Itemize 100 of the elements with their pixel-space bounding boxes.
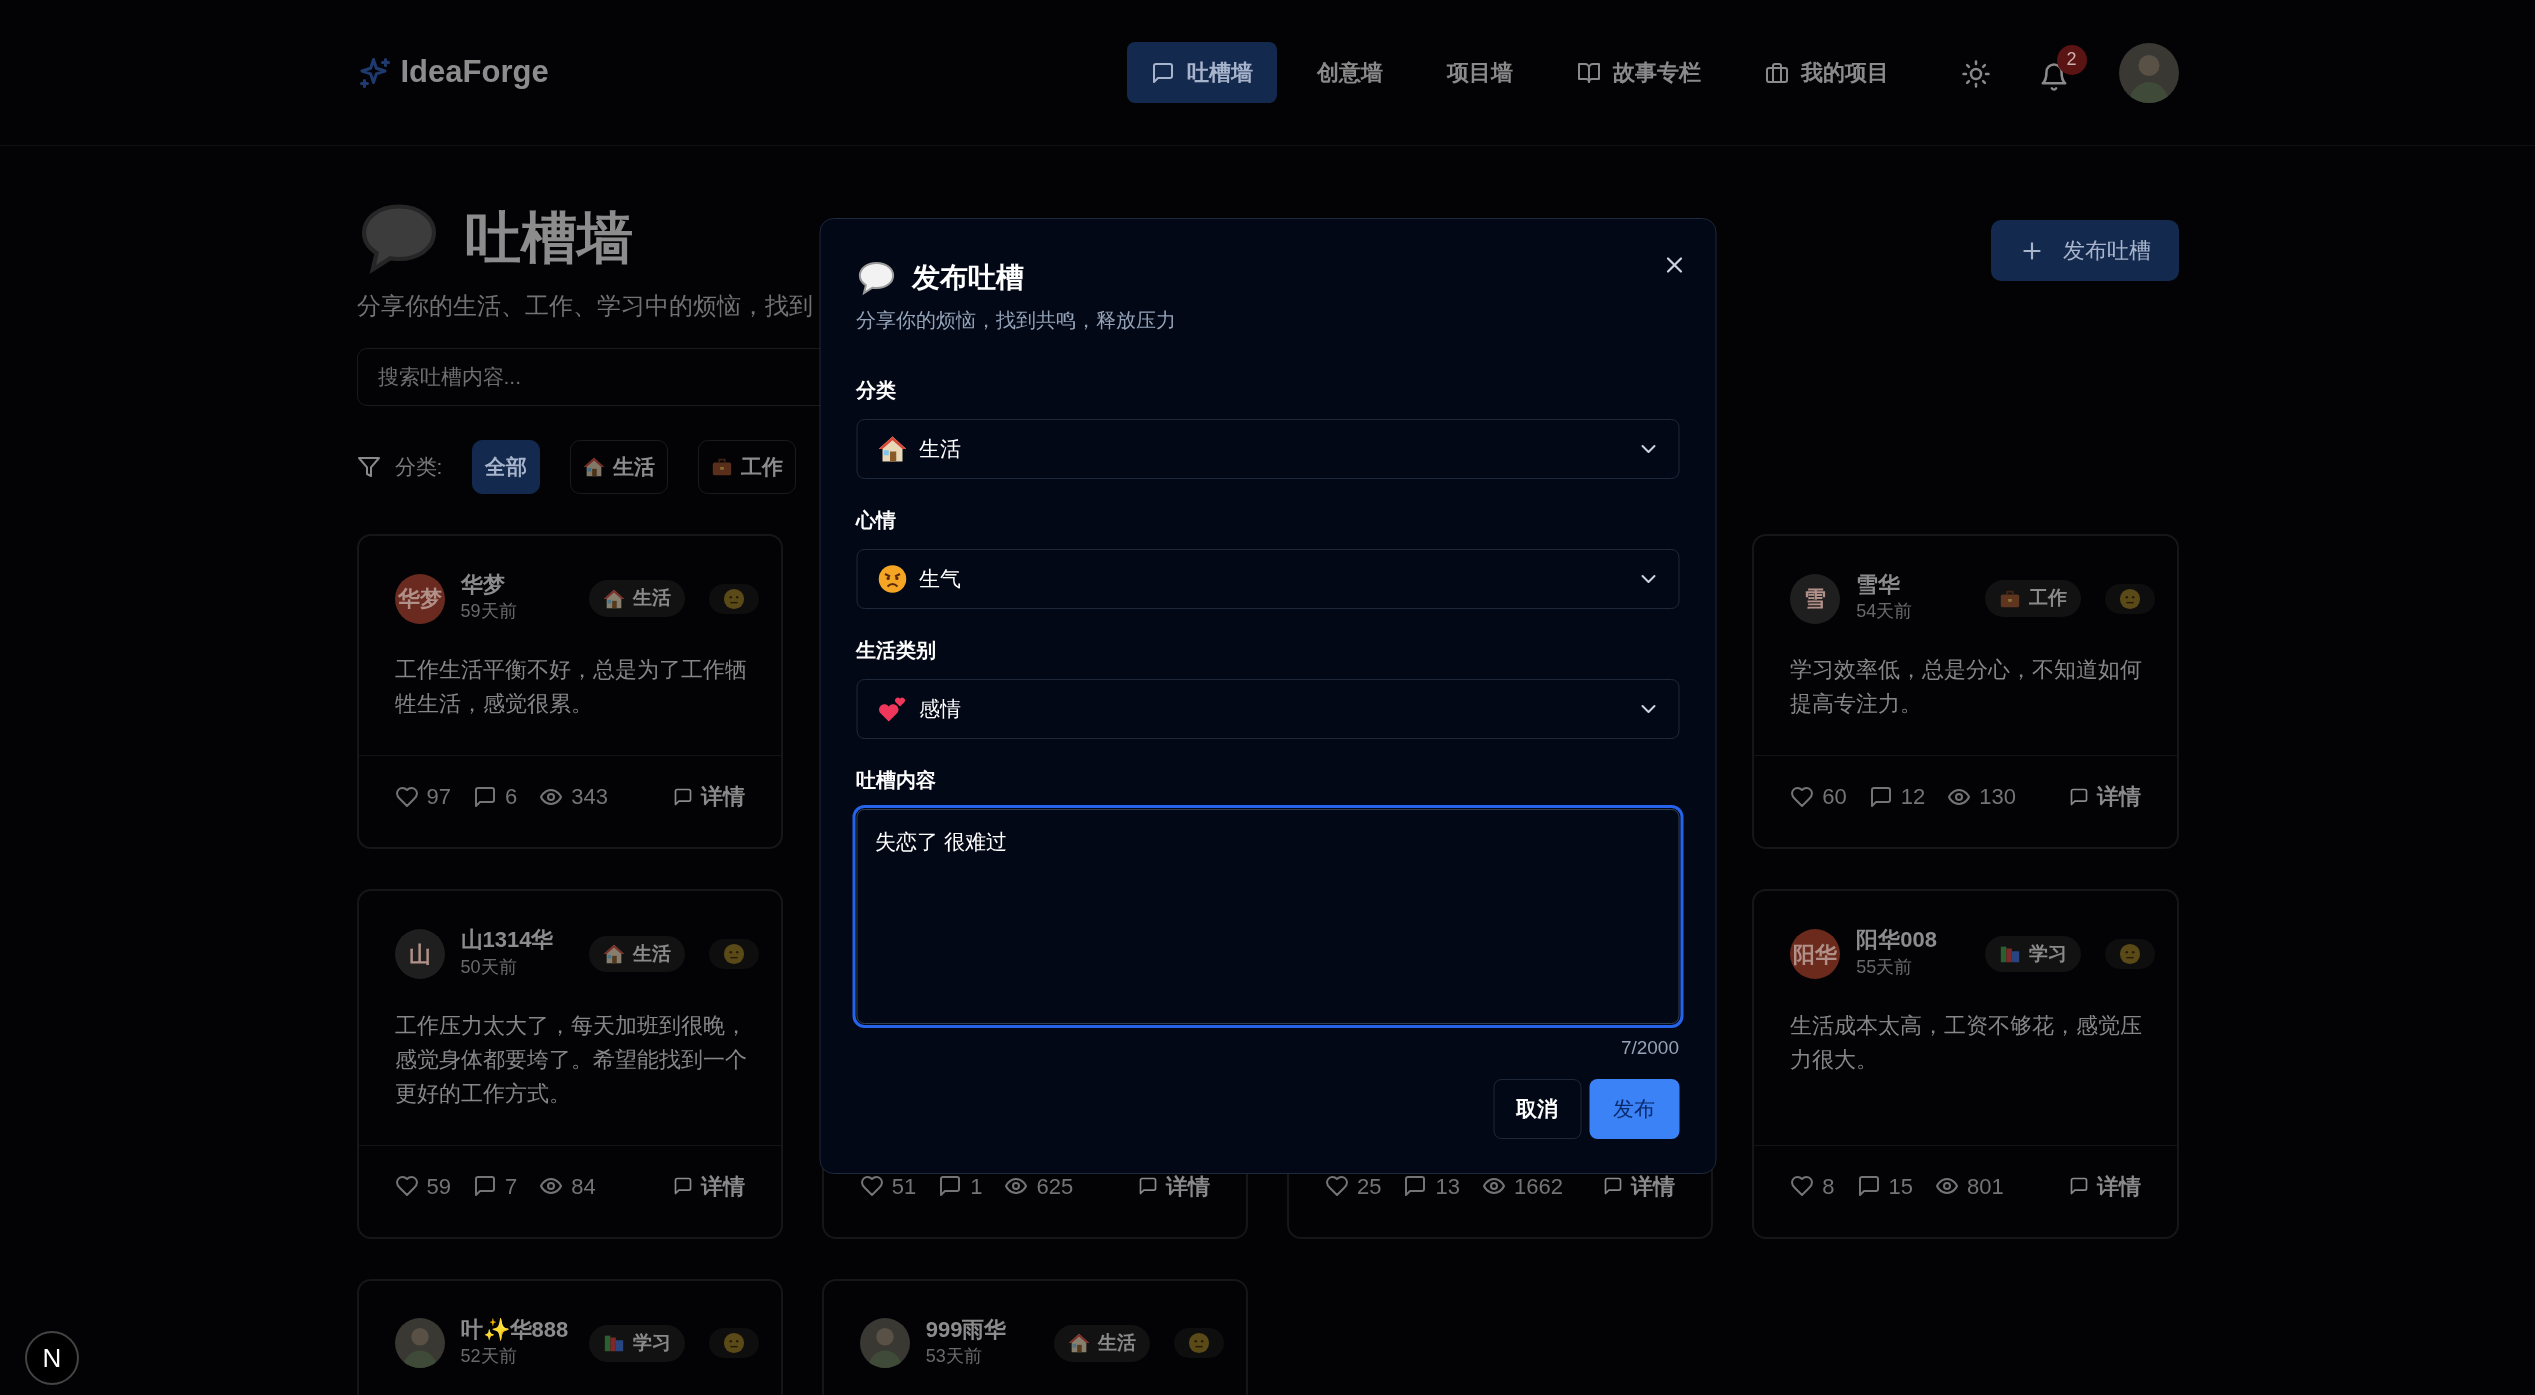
heart-icon (859, 1174, 884, 1199)
category-tag: 生活 (1054, 1325, 1150, 1362)
filter-chip[interactable]: 生活 (570, 440, 669, 494)
nav-tab[interactable]: 我的项目 (1740, 42, 1913, 103)
post-text: 工作压力太大了，每天加班到很晚，感觉身体都要垮了。希望能找到一个更好的工作方式。 (394, 1011, 748, 1108)
publish-button[interactable]: 发布吐槽 (1990, 220, 2179, 281)
comment-icon (2068, 786, 2089, 807)
dialog-title: 发布吐槽 (912, 261, 1024, 295)
author-name: 叶✨华888 (460, 1316, 570, 1344)
nav-tab[interactable]: 吐槽墙 (1126, 42, 1277, 103)
comment-icon (1856, 1174, 1881, 1199)
comment-icon (672, 786, 693, 807)
face-icon (722, 587, 745, 610)
heart-icon (1325, 1174, 1349, 1199)
post-time: 53天前 (925, 1345, 983, 1369)
post-time: 50天前 (460, 955, 518, 979)
filter-label: 分类: (394, 454, 443, 481)
comment-icon (2068, 1176, 2089, 1197)
page-title: 吐槽墙 (464, 205, 633, 272)
details-button[interactable]: 详情 (1603, 1169, 1676, 1203)
cancel-button[interactable]: 取消 (1493, 1078, 1581, 1139)
post-time: 55天前 (1856, 955, 1914, 979)
post-text: 学习效率低，总是分心，不知道如何提高专注力。 (1790, 656, 2144, 719)
category-tag: 生活 (588, 935, 685, 973)
category-tag: 学习 (588, 1325, 685, 1362)
filter-icon (356, 455, 381, 479)
view-count: 625 (1036, 1172, 1074, 1201)
comment-icon (938, 1174, 963, 1199)
house-icon (583, 456, 606, 478)
author-name: 阳华008 (1856, 927, 1938, 954)
comment-icon (473, 1174, 497, 1199)
comment-icon (473, 784, 497, 809)
category-tag: 生活 (588, 580, 685, 617)
view-count: 84 (571, 1172, 596, 1201)
avatar: 雪 (1790, 573, 1841, 624)
house-icon (602, 587, 625, 610)
details-button[interactable]: 详情 (1138, 1169, 1210, 1203)
comment-count: 7 (505, 1172, 518, 1201)
nav-tab[interactable]: 创意墙 (1292, 42, 1407, 103)
view-count: 1662 (1513, 1172, 1563, 1201)
comment-count: 13 (1435, 1172, 1460, 1201)
select-field[interactable]: 生活 (856, 419, 1679, 479)
author-name: 雪华 (1856, 572, 1902, 599)
logo-text[interactable]: IdeaForge (400, 49, 549, 96)
comment-icon (1868, 784, 1893, 809)
select-field[interactable]: 生气 (856, 549, 1679, 609)
details-button[interactable]: 详情 (2068, 1169, 2141, 1203)
author-name: 华梦 (460, 572, 506, 599)
category-tag: 学习 (1984, 935, 2081, 973)
like-count: 60 (1822, 783, 1847, 812)
face-icon (2118, 587, 2141, 610)
author-name: 山1314华 (460, 927, 555, 954)
details-button[interactable]: 详情 (2068, 780, 2141, 814)
post-text: 工作生活平衡不好，总是为了工作牺牲生活，感觉很累。 (394, 656, 748, 719)
briefcase-icon (711, 456, 734, 478)
heart-icon (1790, 784, 1815, 809)
face-icon (1188, 1332, 1210, 1355)
notification-button[interactable]: 2 (2030, 44, 2087, 101)
avatar: 华梦 (394, 573, 445, 624)
face-icon (722, 1332, 745, 1355)
briefcase-icon (1764, 60, 1789, 85)
author-name: 999雨华 (925, 1316, 1008, 1344)
house-icon (602, 943, 625, 966)
field-label: 分类 (856, 378, 897, 403)
avatar: 山 (394, 929, 445, 980)
like-count: 59 (426, 1172, 451, 1201)
like-count: 97 (426, 783, 451, 812)
field-label: 生活类别 (856, 638, 937, 663)
nav-tab[interactable]: 故事专栏 (1552, 42, 1725, 103)
avatar: 阳华 (1790, 929, 1841, 980)
nav-tab[interactable]: 项目墙 (1422, 42, 1537, 103)
comment-icon (1603, 1176, 1624, 1197)
post-text: 生活成本太高，工资不够花，感觉压力很大。 (1790, 1011, 2144, 1074)
heart-icon (394, 1174, 419, 1199)
details-button[interactable]: 详情 (672, 1169, 745, 1203)
details-button[interactable]: 详情 (672, 780, 745, 814)
filter-chip[interactable]: 全部 (472, 440, 541, 494)
select-field[interactable]: 感情 (856, 679, 1679, 739)
sun-icon (1960, 59, 1991, 90)
angry-face-icon (877, 564, 907, 594)
heart-icon (394, 784, 419, 809)
comment-count: 12 (1900, 783, 1926, 812)
like-count: 51 (891, 1172, 917, 1201)
view-count: 343 (571, 783, 608, 812)
comment-icon (1138, 1176, 1158, 1197)
dev-tools-button[interactable]: N (25, 1331, 79, 1385)
chat-icon (1150, 60, 1175, 85)
comment-icon (672, 1176, 693, 1197)
post-time: 52天前 (460, 1345, 518, 1369)
notification-count: 2 (2056, 44, 2087, 75)
submit-button[interactable]: 发布 (1589, 1078, 1679, 1139)
dialog-subtitle: 分享你的烦恼，找到共鸣，释放压力 (856, 308, 1177, 333)
field-label: 吐槽内容 (856, 768, 937, 793)
comment-count: 15 (1888, 1172, 1913, 1201)
view-count: 801 (1967, 1172, 2004, 1201)
post-time: 54天前 (1856, 600, 1914, 624)
filter-chip[interactable]: 工作 (698, 440, 797, 494)
face-icon (2118, 943, 2141, 966)
character-counter: 7/2000 (1619, 1036, 1679, 1060)
post-time: 59天前 (460, 600, 518, 624)
